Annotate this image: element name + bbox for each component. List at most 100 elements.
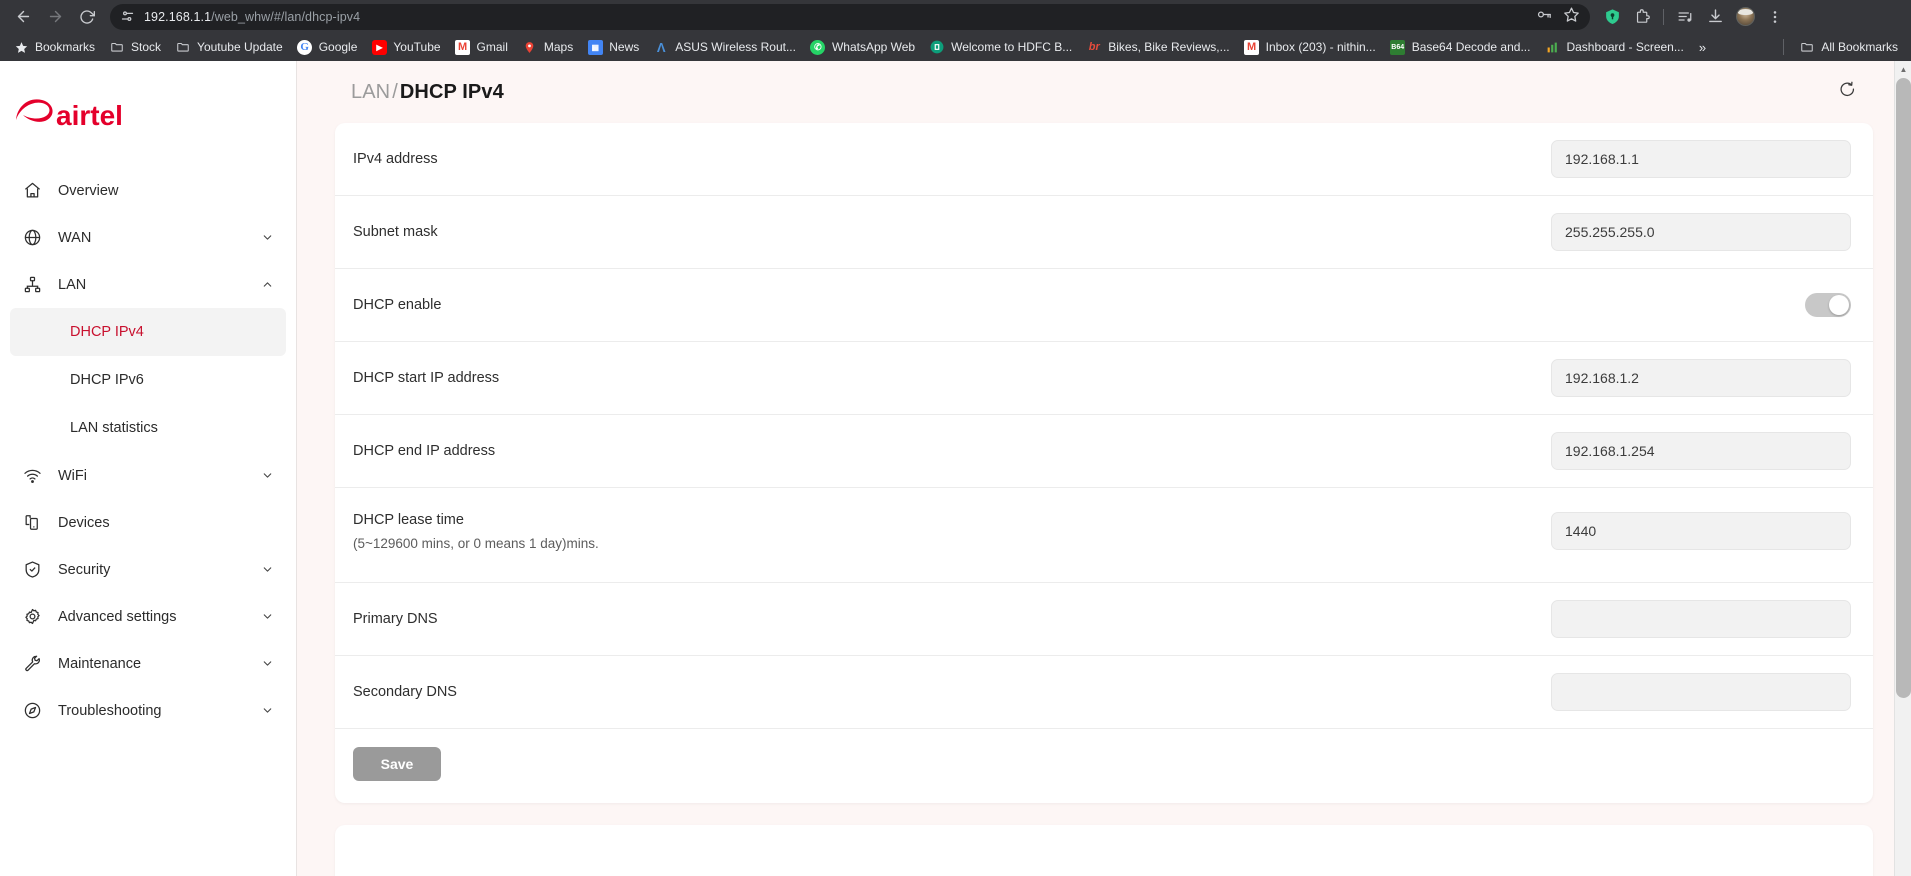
field-value: 1440 (1565, 523, 1597, 539)
bookmark-item[interactable]: Bookmarks (6, 36, 102, 58)
bookmark-label: Google (318, 40, 358, 54)
breadcrumb-parent[interactable]: LAN (351, 81, 390, 103)
ipv4-address-input[interactable]: 192.168.1.1 (1551, 140, 1851, 178)
chevron-down-icon (260, 469, 274, 483)
bookmark-item[interactable]: Λ ASUS Wireless Rout... (646, 36, 803, 58)
bookmark-item[interactable]: ▶ YouTube (364, 36, 447, 58)
bookmark-item[interactable]: Dashboard - Screen... (1537, 36, 1690, 58)
sidebar-item-label: WAN (58, 229, 92, 246)
sidebar-item-dhcp-ipv6[interactable]: DHCP IPv6 (10, 356, 286, 404)
field-row-ipv4-address: IPv4 address 192.168.1.1 (335, 123, 1873, 196)
password-key-icon[interactable] (1536, 6, 1553, 28)
dhcp-lease-time-input[interactable]: 1440 (1551, 512, 1851, 550)
field-value: 192.168.1.1 (1565, 151, 1639, 167)
sidebar-item-troubleshooting[interactable]: Troubleshooting (0, 687, 296, 734)
sidebar-item-wan[interactable]: WAN (0, 214, 296, 261)
bookmark-label: Bikes, Bike Reviews,... (1108, 40, 1230, 54)
airtel-logo-icon: airtel (16, 99, 123, 131)
chrome-menu-icon[interactable] (1761, 3, 1789, 31)
browser-toolbar: 192.168.1.1/web_whw/#/lan/dhcp-ipv4 (0, 0, 1911, 33)
whatsapp-favicon: ✆ (810, 39, 826, 55)
sidebar-item-security[interactable]: Security (0, 546, 296, 593)
dashboard-favicon (1544, 39, 1560, 55)
dhcp-settings-card: IPv4 address 192.168.1.1 Subnet mask 255… (335, 123, 1873, 803)
profile-avatar[interactable] (1731, 3, 1759, 31)
bookmark-item[interactable]: ▦ News (580, 36, 646, 58)
gmail-favicon: M (455, 39, 471, 55)
toolbar-divider (1663, 8, 1664, 25)
bookmark-item[interactable]: B64 Base64 Decode and... (1383, 36, 1538, 58)
sidebar: airtel Overview WAN LAN DHCP IPv4 DHCP I… (0, 61, 297, 876)
bookmarks-bar: Bookmarks Stock Youtube Update G Google … (0, 33, 1911, 61)
secondary-card (335, 825, 1873, 876)
gear-icon (22, 606, 43, 627)
primary-dns-input[interactable] (1551, 600, 1851, 638)
field-label: DHCP enable (353, 297, 442, 313)
wrench-icon (22, 653, 43, 674)
scrollbar-thumb[interactable] (1896, 78, 1911, 698)
dhcp-end-ip-input[interactable]: 192.168.1.254 (1551, 432, 1851, 470)
bookmark-item[interactable]: G Google (290, 36, 365, 58)
field-label: DHCP start IP address (353, 370, 500, 386)
chevron-up-icon (260, 278, 274, 292)
bookmark-label: YouTube (393, 40, 441, 54)
home-icon (22, 180, 43, 201)
bookmark-item[interactable]: ✆ WhatsApp Web (803, 36, 922, 58)
save-button[interactable]: Save (353, 747, 441, 781)
sidebar-item-maintenance[interactable]: Maintenance (0, 640, 296, 687)
dhcp-enable-toggle[interactable] (1805, 293, 1851, 317)
shield-extension-icon[interactable] (1598, 3, 1626, 31)
network-icon (22, 274, 43, 295)
dhcp-start-ip-input[interactable]: 192.168.1.2 (1551, 359, 1851, 397)
bookmark-item[interactable]: M Inbox (203) - nithin... (1237, 36, 1383, 58)
refresh-button[interactable] (1833, 78, 1861, 106)
sidebar-item-label: Security (58, 561, 111, 578)
sidebar-item-label: Advanced settings (58, 608, 177, 625)
all-bookmarks-button[interactable]: All Bookmarks (1792, 36, 1905, 58)
news-favicon: ▦ (587, 39, 603, 55)
refresh-icon (1838, 80, 1857, 104)
youtube-favicon: ▶ (371, 39, 387, 55)
bookmark-item[interactable]: Maps (515, 36, 580, 58)
bookmark-label: Base64 Decode and... (1411, 40, 1531, 54)
breadcrumb: LAN / DHCP IPv4 (351, 81, 504, 104)
downloads-icon[interactable] (1701, 3, 1729, 31)
back-button[interactable] (8, 2, 38, 32)
sidebar-item-lan-statistics[interactable]: LAN statistics (10, 404, 286, 452)
bookmark-label: Stock (131, 40, 162, 54)
field-value: 192.168.1.2 (1565, 370, 1639, 386)
address-bar[interactable]: 192.168.1.1/web_whw/#/lan/dhcp-ipv4 (110, 3, 1590, 30)
bookmark-item[interactable]: Welcome to HDFC B... (922, 36, 1079, 58)
devices-icon (22, 512, 43, 533)
bookmark-item[interactable]: M Gmail (448, 36, 515, 58)
bookmarks-overflow-button[interactable]: » (1691, 37, 1714, 58)
sidebar-item-wifi[interactable]: WiFi (0, 452, 296, 499)
breadcrumb-current: DHCP IPv4 (399, 80, 504, 103)
secondary-dns-input[interactable] (1551, 673, 1851, 711)
extensions-puzzle-icon[interactable] (1628, 3, 1656, 31)
sidebar-item-lan[interactable]: LAN (0, 261, 296, 308)
page-scrollbar[interactable]: ▲ (1894, 61, 1911, 876)
shield-check-icon (22, 559, 43, 580)
bookmark-item[interactable]: br Bikes, Bike Reviews,... (1079, 36, 1236, 58)
bookmark-star-icon[interactable] (1563, 6, 1580, 28)
media-playlist-icon[interactable] (1671, 3, 1699, 31)
sidebar-item-devices[interactable]: Devices (0, 499, 296, 546)
bookmark-item[interactable]: Youtube Update (168, 36, 290, 58)
reload-button[interactable] (72, 2, 102, 32)
forward-button[interactable] (40, 2, 70, 32)
scroll-up-arrow[interactable]: ▲ (1895, 61, 1911, 78)
site-settings-icon[interactable] (118, 8, 136, 26)
field-row-dhcp-lease-time: DHCP lease time (5~129600 mins, or 0 mea… (335, 488, 1873, 583)
bookmark-label: ASUS Wireless Rout... (675, 40, 796, 54)
sidebar-item-overview[interactable]: Overview (0, 167, 296, 214)
bookmark-item[interactable]: Stock (102, 36, 168, 58)
url-text: 192.168.1.1/web_whw/#/lan/dhcp-ipv4 (144, 10, 360, 24)
sidebar-item-label: Maintenance (58, 655, 142, 672)
all-bookmarks-label: All Bookmarks (1821, 40, 1898, 54)
sidebar-item-advanced-settings[interactable]: Advanced settings (0, 593, 296, 640)
subnet-mask-input[interactable]: 255.255.255.0 (1551, 213, 1851, 251)
globe-icon (22, 227, 43, 248)
sidebar-item-dhcp-ipv4[interactable]: DHCP IPv4 (10, 308, 286, 356)
folder-icon (1799, 39, 1815, 55)
